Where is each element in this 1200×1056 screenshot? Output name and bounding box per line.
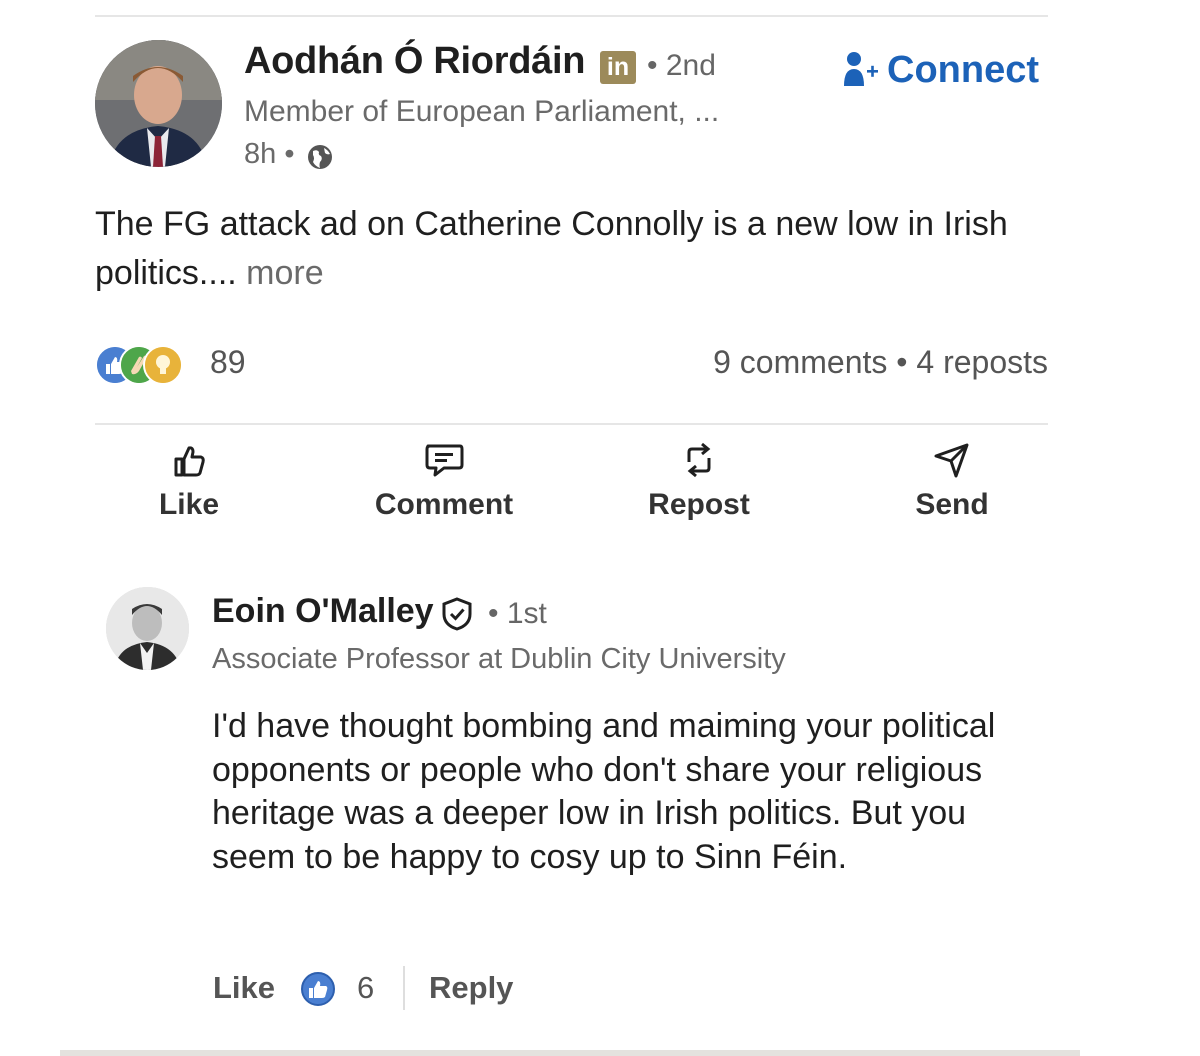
connect-button[interactable]: Connect [843, 47, 1039, 93]
author-avatar[interactable] [95, 40, 222, 167]
like-reaction-icon[interactable] [300, 971, 336, 1007]
author-name[interactable]: Aodhán Ó Riordáin [244, 40, 585, 83]
commenter-name[interactable]: Eoin O'Malley [212, 592, 434, 631]
post-text: The FG attack ad on Catherine Connolly i… [95, 205, 1008, 292]
repost-label: Repost [648, 488, 750, 521]
verified-shield-icon [442, 597, 472, 631]
connect-label: Connect [887, 48, 1039, 91]
top-divider [95, 15, 1048, 17]
comment-actions-divider [403, 966, 405, 1010]
linkedin-premium-badge: in [600, 51, 636, 84]
connection-degree: • 2nd [647, 49, 716, 82]
see-more-link[interactable]: more [246, 254, 323, 292]
reaction-count[interactable]: 89 [210, 344, 246, 381]
bottom-divider [60, 1050, 1080, 1056]
post-stats[interactable]: 9 comments • 4 reposts [713, 344, 1048, 381]
person-photo-icon [95, 40, 222, 167]
repost-button[interactable]: Repost [644, 440, 754, 522]
comment-like-button[interactable]: Like [213, 970, 275, 1006]
commenter-headline: Associate Professor at Dublin City Unive… [212, 643, 786, 675]
commenter-degree: • 1st [488, 597, 547, 630]
send-button[interactable]: Send [912, 440, 992, 522]
comment-reply-button[interactable]: Reply [429, 970, 513, 1006]
action-divider [95, 423, 1048, 425]
thumbs-up-icon [174, 446, 205, 477]
comment-button[interactable]: Comment [370, 440, 518, 522]
insightful-icon [143, 345, 183, 385]
comment-text: I'd have thought bombing and maiming you… [212, 707, 996, 876]
post-time: 8h • [244, 138, 295, 170]
like-button[interactable]: Like [148, 440, 230, 522]
person-photo-icon [106, 587, 189, 670]
commenter-avatar[interactable] [106, 587, 189, 670]
comment-like-count[interactable]: 6 [357, 970, 374, 1006]
comment-label: Comment [374, 488, 514, 521]
author-headline: Member of European Parliament, ... [244, 95, 720, 128]
send-label: Send [915, 488, 989, 521]
add-person-icon [844, 52, 878, 86]
repost-icon [687, 442, 711, 478]
like-label: Like [158, 488, 220, 521]
comment-icon [425, 444, 464, 477]
send-icon [934, 443, 969, 478]
globe-icon [308, 145, 332, 169]
post-body: The FG attack ad on Catherine Connolly i… [95, 200, 1055, 298]
